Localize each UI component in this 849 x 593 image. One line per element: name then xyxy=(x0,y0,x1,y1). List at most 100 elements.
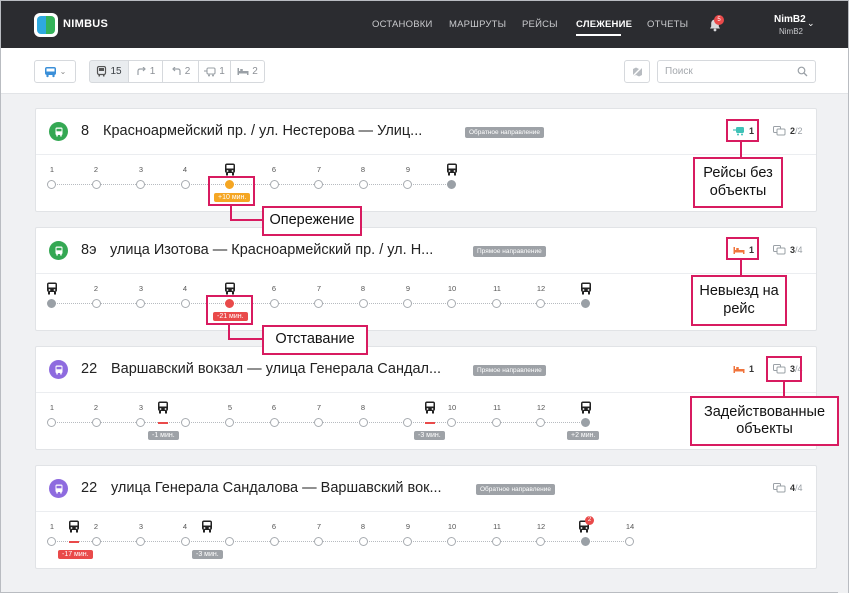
stop-marker[interactable] xyxy=(181,180,190,189)
stop-number: 11 xyxy=(493,284,501,293)
stop-marker[interactable] xyxy=(47,418,56,427)
transport-type-dropdown[interactable]: ⌄ xyxy=(34,60,76,83)
stop-marker[interactable] xyxy=(314,418,323,427)
stop-marker[interactable] xyxy=(492,537,501,546)
callout-connector xyxy=(230,219,263,221)
stop-marker[interactable] xyxy=(536,418,545,427)
stop-marker-terminal[interactable] xyxy=(581,299,590,308)
chevron-down-icon[interactable]: ⌄ xyxy=(807,18,815,29)
bus-icon[interactable] xyxy=(201,520,213,533)
stop-marker[interactable] xyxy=(625,537,634,546)
stop-marker[interactable] xyxy=(181,537,190,546)
trolleybus-route-icon xyxy=(49,360,68,379)
vehicles-icon xyxy=(773,245,786,255)
no-departure-stat[interactable]: 1 xyxy=(733,364,754,374)
bus-icon[interactable] xyxy=(580,401,592,414)
stop-marker[interactable] xyxy=(47,537,56,546)
stop-number: 8 xyxy=(360,522,366,531)
stop-marker[interactable] xyxy=(447,537,456,546)
search-box[interactable] xyxy=(657,60,816,83)
bus-icon[interactable] xyxy=(68,520,80,533)
stop-marker[interactable] xyxy=(270,418,279,427)
stop-marker[interactable] xyxy=(92,418,101,427)
bus-icon[interactable] xyxy=(424,401,436,414)
stop-marker[interactable] xyxy=(447,418,456,427)
trolleybus-route-icon xyxy=(49,479,68,498)
stop-marker[interactable] xyxy=(403,418,412,427)
nav-trips[interactable]: РЕЙСЫ xyxy=(522,19,558,30)
bus-icon[interactable] xyxy=(224,163,236,176)
stop-marker[interactable] xyxy=(314,180,323,189)
stop-marker[interactable] xyxy=(403,299,412,308)
stop-marker[interactable] xyxy=(359,180,368,189)
nav-routes[interactable]: МАРШРУТЫ xyxy=(449,19,506,30)
nav-tracking[interactable]: СЛЕЖЕНИЕ xyxy=(576,19,632,30)
bus-icon[interactable] xyxy=(446,163,458,176)
stop-marker-terminal[interactable] xyxy=(581,418,590,427)
stop-marker[interactable] xyxy=(92,299,101,308)
stop-marker[interactable] xyxy=(136,537,145,546)
route-title[interactable]: улица Изотова — Красноармейский пр. / ул… xyxy=(110,242,433,258)
stop-marker[interactable] xyxy=(270,299,279,308)
stop-marker[interactable] xyxy=(492,299,501,308)
filter-forward[interactable]: 1 xyxy=(129,60,163,83)
filter-no-departure[interactable]: 2 xyxy=(231,60,265,83)
stop-marker[interactable] xyxy=(447,299,456,308)
stop-number: 2 xyxy=(93,165,99,174)
stop-marker[interactable] xyxy=(136,180,145,189)
stop-marker[interactable] xyxy=(136,299,145,308)
stop-marker[interactable] xyxy=(47,180,56,189)
vehicles-icon xyxy=(773,483,786,493)
stop-marker[interactable] xyxy=(403,537,412,546)
stop-marker[interactable] xyxy=(536,537,545,546)
bus-icon[interactable] xyxy=(46,282,58,295)
stop-marker[interactable] xyxy=(225,537,234,546)
stop-marker[interactable] xyxy=(92,180,101,189)
filter-no-object[interactable]: 1 xyxy=(199,60,231,83)
search-icon[interactable] xyxy=(797,66,808,77)
callout-connector xyxy=(230,206,232,220)
stop-marker[interactable] xyxy=(92,537,101,546)
bus-icon[interactable] xyxy=(580,282,592,295)
stop-marker[interactable] xyxy=(359,418,368,427)
bus-icon[interactable] xyxy=(224,282,236,295)
stop-number: 4 xyxy=(182,165,188,174)
stop-marker[interactable] xyxy=(181,418,190,427)
stop-number: 10 xyxy=(447,403,457,412)
vehicles-stat[interactable]: 2/2 xyxy=(773,126,803,136)
route-title[interactable]: Варшавский вокзал — улица Генерала Санда… xyxy=(111,361,441,377)
scrollbar[interactable] xyxy=(838,94,848,593)
stop-number: 12 xyxy=(536,522,546,531)
stop-marker-terminal[interactable] xyxy=(581,537,590,546)
stop-marker[interactable] xyxy=(359,299,368,308)
stop-number: 1 xyxy=(49,522,55,531)
stop-marker[interactable] xyxy=(314,537,323,546)
nimbus-logo[interactable] xyxy=(34,13,58,37)
stop-marker[interactable] xyxy=(181,299,190,308)
nav-stops[interactable]: ОСТАНОВКИ xyxy=(372,19,433,30)
stop-marker[interactable] xyxy=(136,418,145,427)
user-name[interactable]: NimB2 xyxy=(774,14,806,25)
nav-reports[interactable]: ОТЧЕТЫ xyxy=(647,19,688,30)
stop-marker[interactable] xyxy=(492,418,501,427)
stop-marker[interactable] xyxy=(403,180,412,189)
stop-marker[interactable] xyxy=(536,299,545,308)
bus-position-marker xyxy=(158,422,168,424)
stop-marker[interactable] xyxy=(270,537,279,546)
vehicles-stat[interactable]: 3/4 xyxy=(773,245,803,255)
vehicles-stat[interactable]: 4/4 xyxy=(773,483,803,493)
map-toggle-button[interactable] xyxy=(624,60,650,83)
stop-marker-terminal[interactable] xyxy=(447,180,456,189)
stop-marker[interactable] xyxy=(270,180,279,189)
route-title[interactable]: улица Генерала Сандалова — Варшавский во… xyxy=(111,480,442,496)
filter-all-buses[interactable]: 15 xyxy=(89,60,129,83)
bus-icon[interactable] xyxy=(157,401,169,414)
route-card[interactable]: 22 улица Генерала Сандалова — Варшавский… xyxy=(35,465,817,569)
stop-marker[interactable] xyxy=(225,418,234,427)
stop-marker[interactable] xyxy=(314,299,323,308)
stop-marker[interactable] xyxy=(359,537,368,546)
filter-backward[interactable]: 2 xyxy=(163,60,199,83)
route-title[interactable]: Красноармейский пр. / ул. Нестерова — Ул… xyxy=(103,123,422,139)
stop-marker-terminal[interactable] xyxy=(47,299,56,308)
search-input[interactable] xyxy=(665,61,795,82)
